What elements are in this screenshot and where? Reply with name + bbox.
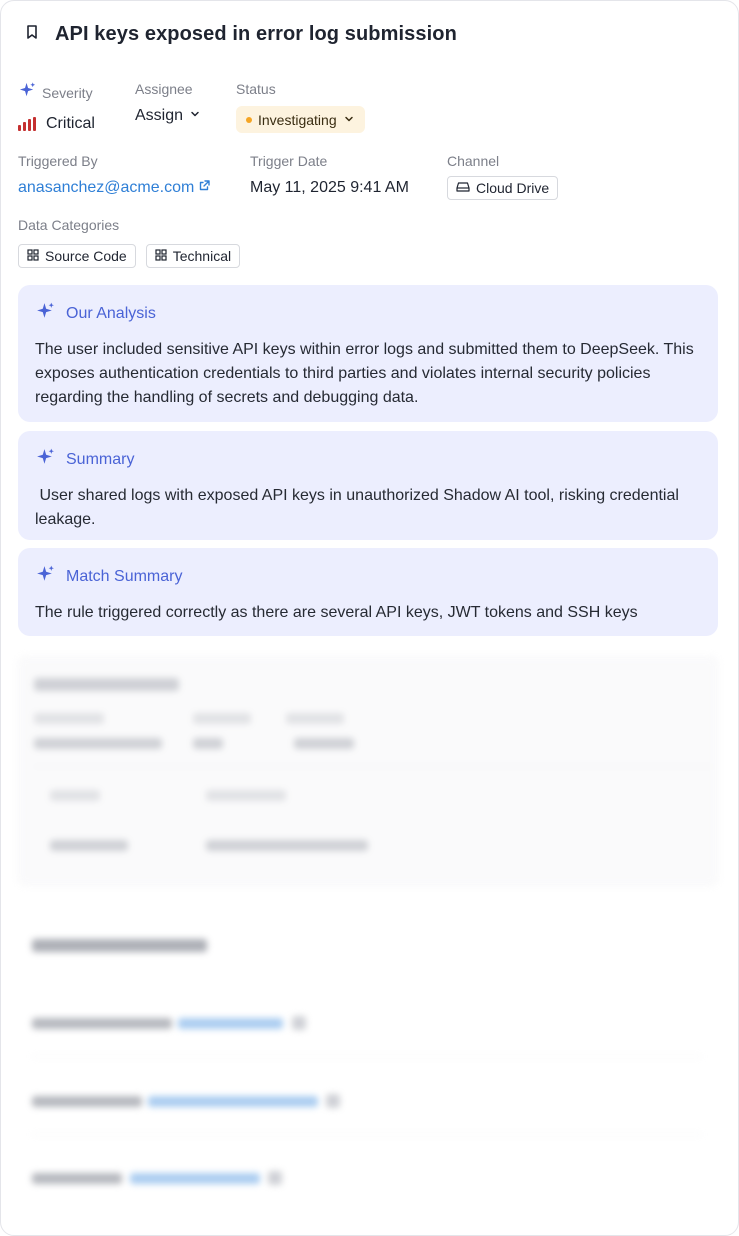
sparkle-icon	[35, 301, 56, 327]
sparkle-icon	[35, 564, 56, 590]
match-summary-body: The rule triggered correctly as there ar…	[35, 604, 638, 621]
analysis-body: The user included sensitive API keys wit…	[35, 341, 694, 406]
blurred-details-section	[18, 656, 723, 1216]
blurred-label	[32, 1018, 172, 1029]
assignee-label: Assignee	[135, 81, 193, 97]
severity-label: Severity	[42, 85, 93, 101]
blurred-value	[34, 738, 162, 749]
blurred-value	[193, 738, 223, 749]
blurred-divider	[32, 1056, 702, 1057]
blurred-link	[130, 1173, 260, 1184]
blurred-divider	[34, 766, 714, 767]
blurred-label	[34, 713, 104, 724]
blurred-label	[50, 790, 100, 801]
blurred-value	[206, 840, 368, 851]
blurred-link	[148, 1096, 318, 1107]
summary-panel: Summary User shared logs with exposed AP…	[18, 431, 718, 540]
hard-drive-icon	[456, 180, 470, 197]
channel-value: Cloud Drive	[476, 180, 550, 196]
external-link-icon	[198, 179, 211, 197]
summary-body: User shared logs with exposed API keys i…	[35, 487, 684, 528]
assignee-dropdown[interactable]: Assign	[135, 107, 201, 125]
status-field: Status Investigating	[236, 81, 365, 133]
summary-title: Summary	[66, 451, 135, 468]
triggered-by-field: Triggered By anasanchez@acme.com	[18, 153, 211, 197]
grid-icon	[155, 248, 167, 264]
blurred-value	[294, 738, 354, 749]
incident-card: API keys exposed in error log submission…	[0, 0, 739, 1236]
blurred-label	[193, 713, 251, 724]
match-summary-title: Match Summary	[66, 568, 183, 585]
blurred-label	[32, 1173, 122, 1184]
status-dot-icon	[246, 116, 252, 123]
channel-chip: Cloud Drive	[447, 176, 559, 200]
chevron-down-icon	[343, 112, 355, 128]
blurred-heading	[32, 939, 207, 952]
blurred-icon	[326, 1094, 340, 1108]
sparkle-icon	[18, 81, 37, 105]
blurred-divider	[32, 1134, 702, 1135]
assignee-value: Assign	[135, 107, 184, 124]
status-label: Status	[236, 81, 276, 97]
category-chip: Source Code	[18, 244, 136, 268]
blurred-label	[286, 713, 344, 724]
status-dropdown[interactable]: Investigating	[236, 106, 365, 133]
bookmark-icon[interactable]	[23, 23, 41, 46]
trigger-date-label: Trigger Date	[250, 153, 328, 169]
match-summary-panel: Match Summary The rule triggered correct…	[18, 548, 718, 636]
triggered-by-link[interactable]: anasanchez@acme.com	[18, 179, 211, 197]
category-chip: Technical	[145, 244, 241, 268]
chevron-down-icon	[189, 107, 201, 125]
blurred-link	[178, 1018, 283, 1029]
trigger-date-field: Trigger Date May 11, 2025 9:41 AM	[250, 153, 409, 197]
status-value: Investigating	[258, 111, 337, 128]
analysis-title: Our Analysis	[66, 305, 156, 322]
severity-value: Critical	[46, 115, 95, 132]
assignee-field: Assignee Assign	[135, 81, 201, 125]
severity-field: Severity Critical	[18, 81, 95, 133]
analysis-panel: Our Analysis The user included sensitive…	[18, 285, 718, 422]
grid-icon	[27, 248, 39, 264]
channel-label: Channel	[447, 153, 500, 169]
data-categories-field: Data Categories Source Code Technical	[18, 217, 241, 268]
blurred-icon	[292, 1016, 306, 1030]
blurred-label	[206, 790, 286, 801]
triggered-by-value: anasanchez@acme.com	[18, 179, 195, 196]
category-label: Technical	[172, 248, 232, 264]
blurred-label	[32, 1096, 142, 1107]
trigger-date-value: May 11, 2025 9:41 AM	[250, 179, 409, 196]
blurred-value	[50, 840, 128, 851]
category-label: Source Code	[45, 248, 127, 264]
sparkle-icon	[35, 447, 56, 473]
title-row: API keys exposed in error log submission	[23, 23, 457, 46]
blurred-icon	[268, 1171, 282, 1185]
data-categories-label: Data Categories	[18, 217, 120, 233]
page-title: API keys exposed in error log submission	[55, 23, 457, 45]
triggered-by-label: Triggered By	[18, 153, 98, 169]
channel-field: Channel Cloud Drive	[447, 153, 559, 200]
blurred-heading	[34, 678, 179, 691]
severity-bars-icon	[18, 117, 36, 131]
